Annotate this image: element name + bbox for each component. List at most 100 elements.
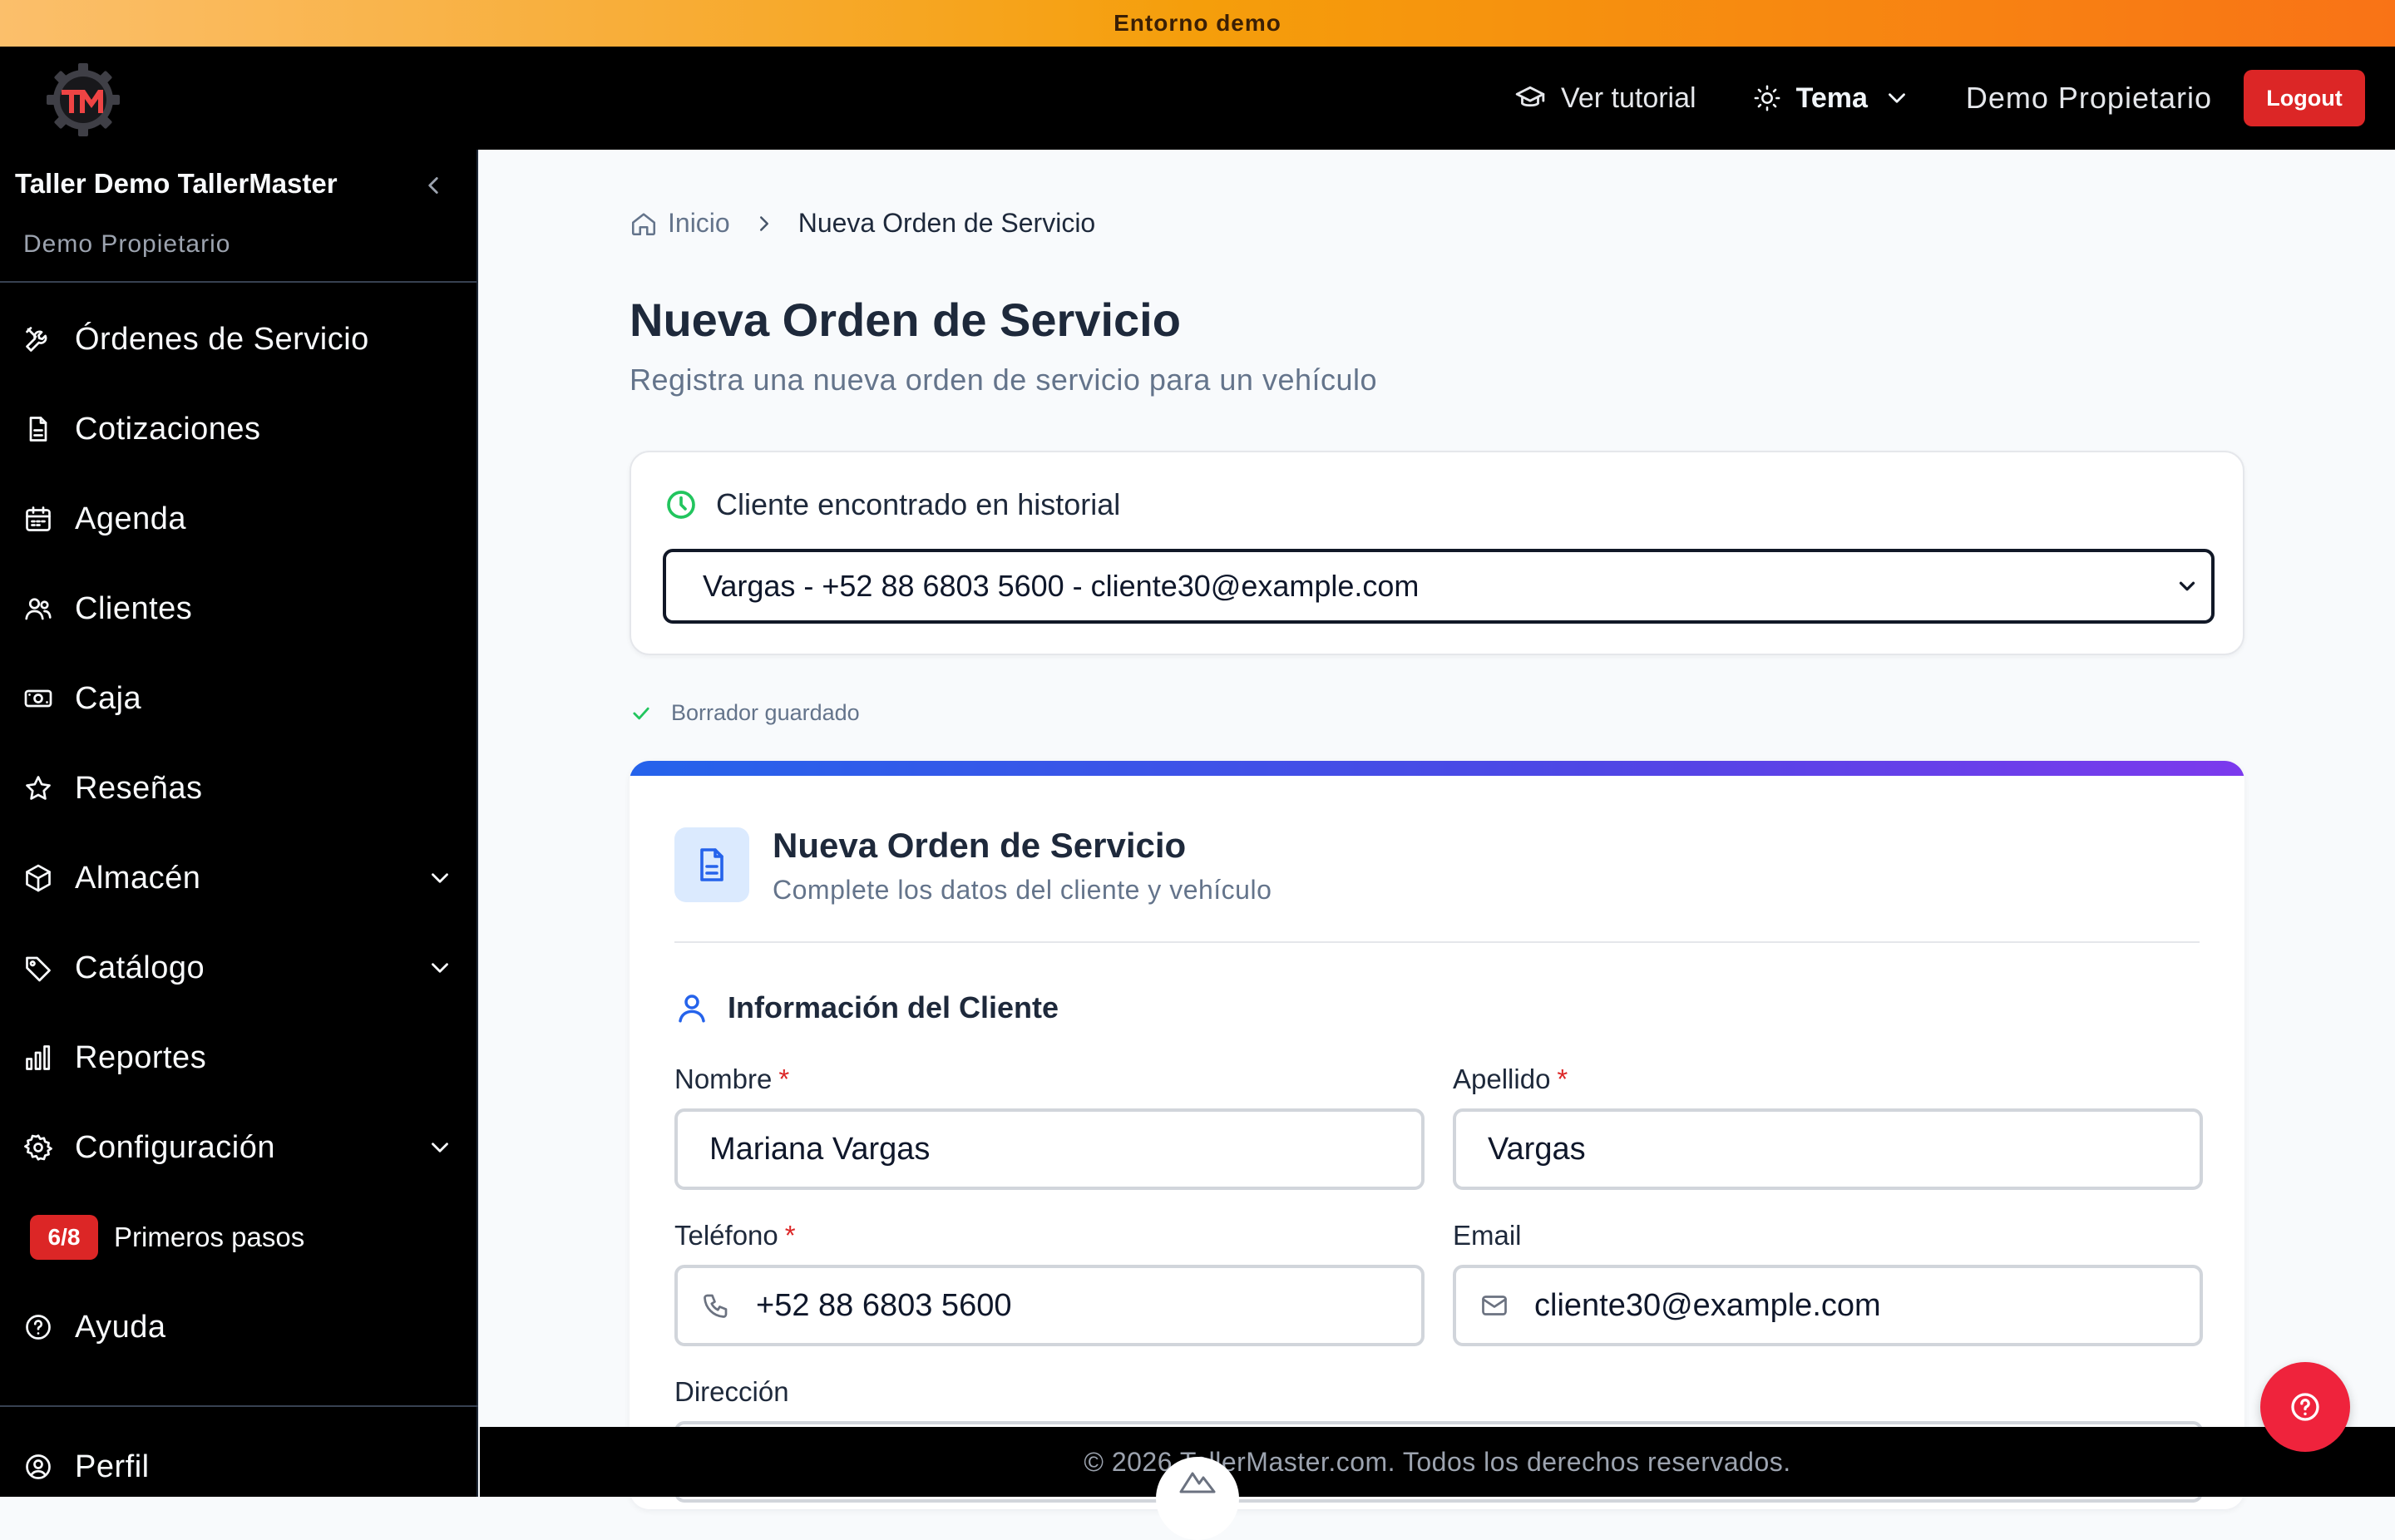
email-input[interactable]: cliente30@example.com xyxy=(1453,1265,2203,1346)
nombre-input[interactable]: Mariana Vargas xyxy=(674,1108,1425,1190)
sidebar-item-primeros-pasos[interactable]: 6/8 Primeros pasos xyxy=(0,1197,478,1277)
chevron-right-icon xyxy=(759,215,768,231)
email-label: Email xyxy=(1453,1220,1522,1251)
chevron-down-icon xyxy=(1888,93,1905,103)
sidebar-item-label: Almacén xyxy=(75,860,201,896)
form-title: Nueva Orden de Servicio xyxy=(773,826,1187,865)
apellido-label: Apellido * xyxy=(1453,1064,1568,1095)
telefono-input[interactable]: +52 88 6803 5600 xyxy=(674,1265,1425,1346)
sidebar-item-caja[interactable]: Caja xyxy=(0,659,478,738)
help-circle-icon xyxy=(26,1315,51,1340)
top-actions: Ver tutorial Tema Demo Propietario Logou… xyxy=(1514,47,2365,150)
breadcrumb-current: Nueva Orden de Servicio xyxy=(798,208,1096,238)
draft-status-label: Borrador guardado xyxy=(671,700,860,725)
nombre-label-text: Nombre xyxy=(674,1064,773,1094)
page-subtitle: Registra una nueva orden de servicio par… xyxy=(630,363,1378,397)
sidebar-item-cotizaciones[interactable]: Cotizaciones xyxy=(0,389,478,469)
sidebar-item-clientes[interactable]: Clientes xyxy=(0,569,478,649)
box-icon xyxy=(26,864,51,892)
form-icon-box xyxy=(674,827,749,902)
theme-label: Tema xyxy=(1795,81,1868,114)
sidebar-header: Taller Demo TallerMaster Demo Propietari… xyxy=(0,150,477,283)
check-icon xyxy=(633,707,649,719)
tools-icon xyxy=(26,327,47,352)
logout-button[interactable]: Logout xyxy=(2244,70,2365,126)
client-info-section-label: Información del Cliente xyxy=(728,990,1059,1024)
gear-logo-icon xyxy=(47,63,120,136)
client-history-selected: Vargas - +52 88 6803 5600 - cliente30@ex… xyxy=(703,569,1420,603)
sidebar-divider xyxy=(0,1405,478,1407)
required-marker: * xyxy=(1557,1064,1568,1094)
sidebar-item-label: Reportes xyxy=(75,1039,207,1075)
collapse-sidebar-icon[interactable] xyxy=(419,171,447,200)
sidebar-item-resenas[interactable]: Reseñas xyxy=(0,748,478,828)
tag-icon xyxy=(26,956,51,982)
sidebar-item-reportes[interactable]: Reportes xyxy=(0,1018,478,1098)
bar-chart-icon xyxy=(26,1045,51,1070)
page-title: Nueva Orden de Servicio xyxy=(630,294,1181,346)
client-info-section-title: Información del Cliente xyxy=(674,990,1059,1025)
footer: © 2026 TallerMaster.com. Todos los derec… xyxy=(480,1427,2395,1497)
theme-dropdown[interactable]: Tema xyxy=(1753,82,1911,115)
sidebar-item-label: Reseñas xyxy=(75,770,203,806)
star-icon xyxy=(26,776,51,800)
direccion-label-text: Dirección xyxy=(674,1376,789,1407)
email-label-text: Email xyxy=(1453,1220,1522,1251)
user-icon xyxy=(679,995,705,1023)
document-icon xyxy=(700,848,723,881)
shop-name: Taller Demo TallerMaster xyxy=(15,168,338,199)
sidebar-item-perfil[interactable]: Perfil xyxy=(0,1427,478,1507)
required-marker: * xyxy=(778,1064,790,1094)
tutorial-label: Ver tutorial xyxy=(1561,81,1696,114)
sidebar-user-name: Demo Propietario xyxy=(23,230,231,258)
apellido-value: Vargas xyxy=(1488,1131,1586,1167)
sidebar-item-label: Caja xyxy=(75,680,142,716)
nombre-label: Nombre * xyxy=(674,1064,789,1095)
sidebar-item-label: Perfil xyxy=(75,1449,150,1484)
client-history-card: Cliente encontrado en historial Vargas -… xyxy=(630,451,2244,655)
draft-status: Borrador guardado xyxy=(630,700,860,726)
sidebar: Taller Demo TallerMaster Demo Propietari… xyxy=(0,150,478,1497)
calendar-icon xyxy=(26,506,51,531)
required-marker: * xyxy=(784,1220,796,1251)
help-fab-button[interactable] xyxy=(2260,1362,2350,1452)
sidebar-item-label: Primeros pasos xyxy=(114,1222,305,1252)
breadcrumb-home[interactable]: Inicio xyxy=(630,208,730,239)
sidebar-item-configuracion[interactable]: Configuración xyxy=(0,1108,478,1187)
sun-icon xyxy=(1754,85,1780,111)
breadcrumb: Inicio Nueva Orden de Servicio xyxy=(630,208,1095,239)
sidebar-item-ayuda[interactable]: Ayuda xyxy=(0,1287,478,1367)
tutorial-link[interactable]: Ver tutorial xyxy=(1514,82,1696,115)
email-value: cliente30@example.com xyxy=(1534,1287,1881,1323)
sidebar-item-ordenes[interactable]: Órdenes de Servicio xyxy=(0,299,478,379)
form-subtitle: Complete los datos del cliente y vehícul… xyxy=(773,875,1272,905)
sidebar-item-almacen[interactable]: Almacén xyxy=(0,838,478,918)
document-icon xyxy=(29,417,47,442)
sidebar-item-catalogo[interactable]: Catálogo xyxy=(0,928,478,1008)
direccion-label: Dirección xyxy=(674,1376,789,1408)
form-divider xyxy=(674,941,2200,943)
gear-icon xyxy=(24,1134,52,1161)
app-logo[interactable] xyxy=(43,60,123,140)
phone-icon xyxy=(704,1294,728,1318)
sidebar-item-label: Configuración xyxy=(75,1129,275,1165)
cash-icon xyxy=(24,689,52,708)
apellido-label-text: Apellido xyxy=(1453,1064,1551,1094)
form-accent-strip xyxy=(630,761,2244,776)
client-history-title: Cliente encontrado en historial xyxy=(664,487,1120,522)
service-order-form: Nueva Orden de Servicio Complete los dat… xyxy=(630,761,2244,1509)
client-history-title-label: Cliente encontrado en historial xyxy=(716,487,1121,521)
graduation-cap-icon xyxy=(1515,86,1545,107)
apellido-input[interactable]: Vargas xyxy=(1453,1108,2203,1190)
demo-banner: Entorno demo xyxy=(0,0,2395,47)
nombre-value: Mariana Vargas xyxy=(709,1131,931,1167)
footer-scroll-bubble[interactable] xyxy=(1156,1457,1239,1540)
telefono-value: +52 88 6803 5600 xyxy=(756,1287,1012,1323)
breadcrumb-home-label: Inicio xyxy=(668,208,730,238)
chevron-down-icon xyxy=(432,963,448,973)
client-history-select[interactable]: Vargas - +52 88 6803 5600 - cliente30@ex… xyxy=(663,549,2215,624)
chevron-down-icon xyxy=(432,1143,448,1153)
help-circle-icon xyxy=(2291,1393,2319,1421)
telefono-label: Teléfono * xyxy=(674,1220,796,1251)
sidebar-item-agenda[interactable]: Agenda xyxy=(0,479,478,559)
